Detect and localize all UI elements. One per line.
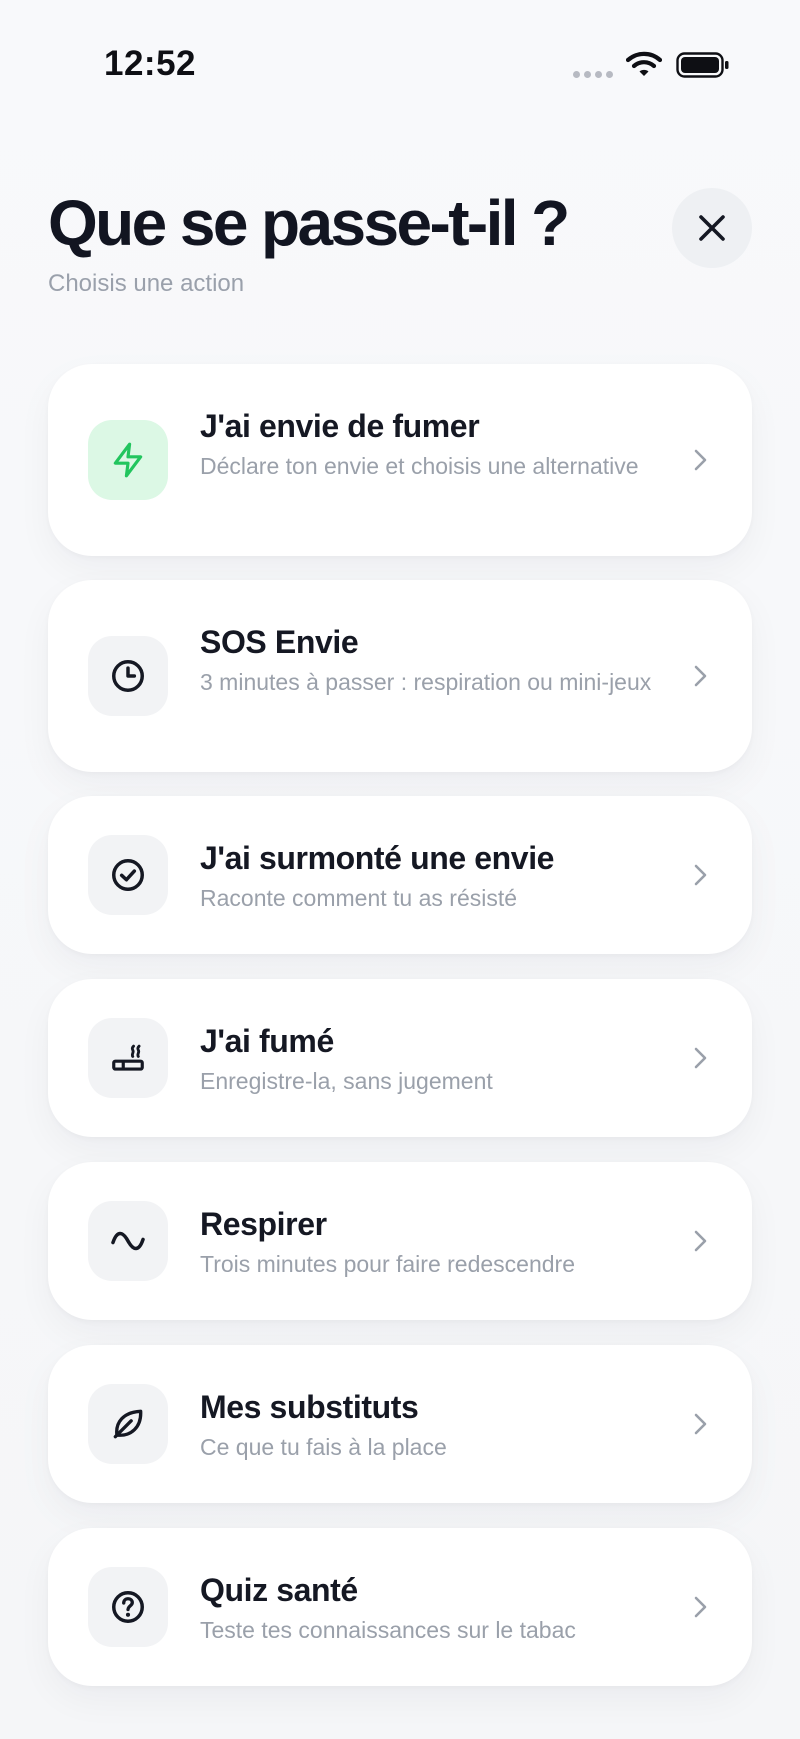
clock-icon xyxy=(112,660,144,692)
page-title: Que se passe-t-il ? xyxy=(48,187,570,259)
action-title: Mes substituts xyxy=(200,1389,419,1425)
action-title: Quiz santé xyxy=(200,1572,358,1608)
chevron-right-icon xyxy=(688,664,712,688)
action-description: 3 minutes à passer : respiration ou mini… xyxy=(200,669,652,695)
action-icon-box xyxy=(88,1567,168,1647)
action-card-smoked[interactable]: J'ai fumé Enregistre-la, sans jugement xyxy=(48,979,752,1137)
action-description: Trois minutes pour faire redescendre xyxy=(200,1251,575,1277)
status-time: 12:52 xyxy=(104,44,197,83)
wifi-icon xyxy=(626,51,662,76)
status-bar: 12:52 xyxy=(0,0,800,130)
chevron-right-icon xyxy=(688,1595,712,1619)
action-card-overcame[interactable]: J'ai surmonté une envie Raconte comment … xyxy=(48,796,752,954)
action-icon-box xyxy=(88,636,168,716)
wave-icon xyxy=(111,1231,145,1251)
action-card-quiz[interactable]: Quiz santé Teste tes connaissances sur l… xyxy=(48,1528,752,1686)
chevron-right-icon xyxy=(688,448,712,472)
page-subtitle: Choisis une action xyxy=(48,270,245,297)
cigarette-icon xyxy=(112,1044,144,1071)
action-card-sos[interactable]: SOS Envie 3 minutes à passer : respirati… xyxy=(48,580,752,772)
action-title: Respirer xyxy=(200,1206,327,1242)
action-title: J'ai envie de fumer xyxy=(200,408,480,444)
action-description: Raconte comment tu as résisté xyxy=(200,885,518,911)
action-description: Enregistre-la, sans jugement xyxy=(200,1068,493,1094)
action-icon-box xyxy=(88,1384,168,1464)
quick-actions-sheet: 12:52 Que se passe-t-il ? Choisis une ac… xyxy=(0,0,800,1739)
chevron-right-icon xyxy=(688,1046,712,1070)
chevron-right-icon xyxy=(688,863,712,887)
action-card-breathe[interactable]: Respirer Trois minutes pour faire redesc… xyxy=(48,1162,752,1320)
action-icon-box xyxy=(88,835,168,915)
action-description: Déclare ton envie et choisis une alterna… xyxy=(200,453,639,479)
leaf-icon xyxy=(113,1409,143,1439)
action-card-substitutes[interactable]: Mes substituts Ce que tu fais à la place xyxy=(48,1345,752,1503)
lightning-icon xyxy=(113,442,143,478)
action-icon-box xyxy=(88,1201,168,1281)
close-button[interactable] xyxy=(672,188,752,268)
action-description: Teste tes connaissances sur le tabac xyxy=(200,1617,576,1643)
chevron-right-icon xyxy=(688,1412,712,1436)
battery-icon xyxy=(676,52,729,78)
chevron-right-icon xyxy=(688,1229,712,1253)
action-icon-box xyxy=(88,420,168,500)
action-card-craving[interactable]: J'ai envie de fumer Déclare ton envie et… xyxy=(48,364,752,556)
signal-dots-icon xyxy=(573,71,613,78)
question-circle-icon xyxy=(112,1591,144,1623)
close-icon xyxy=(699,215,725,241)
check-circle-icon xyxy=(112,859,144,891)
action-description: Ce que tu fais à la place xyxy=(200,1434,447,1460)
action-title: SOS Envie xyxy=(200,624,359,660)
action-title: J'ai surmonté une envie xyxy=(200,840,555,876)
action-icon-box xyxy=(88,1018,168,1098)
action-title: J'ai fumé xyxy=(200,1023,334,1059)
